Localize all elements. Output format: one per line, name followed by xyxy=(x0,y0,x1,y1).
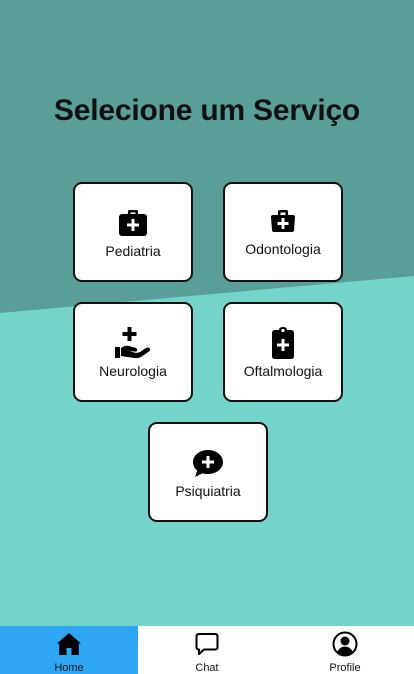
app-screen: Selecione um Serviço Pediatria Odontolog… xyxy=(0,0,414,674)
service-label: Pediatria xyxy=(105,243,161,259)
page-title: Selecione um Serviço xyxy=(53,94,361,127)
hand-holding-medical-icon xyxy=(115,325,151,361)
service-card-odontologia[interactable]: Odontologia xyxy=(223,182,343,282)
service-card-neurologia[interactable]: Neurologia xyxy=(73,302,193,402)
home-icon xyxy=(56,631,82,657)
service-label: Odontologia xyxy=(245,241,321,257)
service-label: Oftalmologia xyxy=(243,363,323,379)
tab-profile[interactable]: Profile xyxy=(276,626,414,674)
service-card-oftalmologia[interactable]: Oftalmologia xyxy=(223,302,343,402)
tab-label: Profile xyxy=(329,662,361,674)
tab-chat[interactable]: Chat xyxy=(138,626,276,674)
clipboard-medical-icon xyxy=(265,325,301,361)
service-card-pediatria[interactable]: Pediatria xyxy=(73,182,193,282)
tab-label: Home xyxy=(54,662,84,674)
speech-bubble-plus-icon xyxy=(190,445,226,481)
tab-label: Chat xyxy=(195,662,219,674)
tab-home[interactable]: Home xyxy=(0,626,138,674)
service-card-psiquiatria[interactable]: Psiquiatria xyxy=(148,422,268,522)
chat-bubble-icon xyxy=(194,631,220,657)
medical-kit-icon xyxy=(115,205,151,241)
service-label: Psiquiatria xyxy=(175,483,241,499)
user-circle-icon xyxy=(332,631,358,657)
bottom-tab-bar: Home Chat Profile xyxy=(0,626,414,674)
medical-bag-icon xyxy=(265,203,301,239)
service-label: Neurologia xyxy=(99,363,167,379)
